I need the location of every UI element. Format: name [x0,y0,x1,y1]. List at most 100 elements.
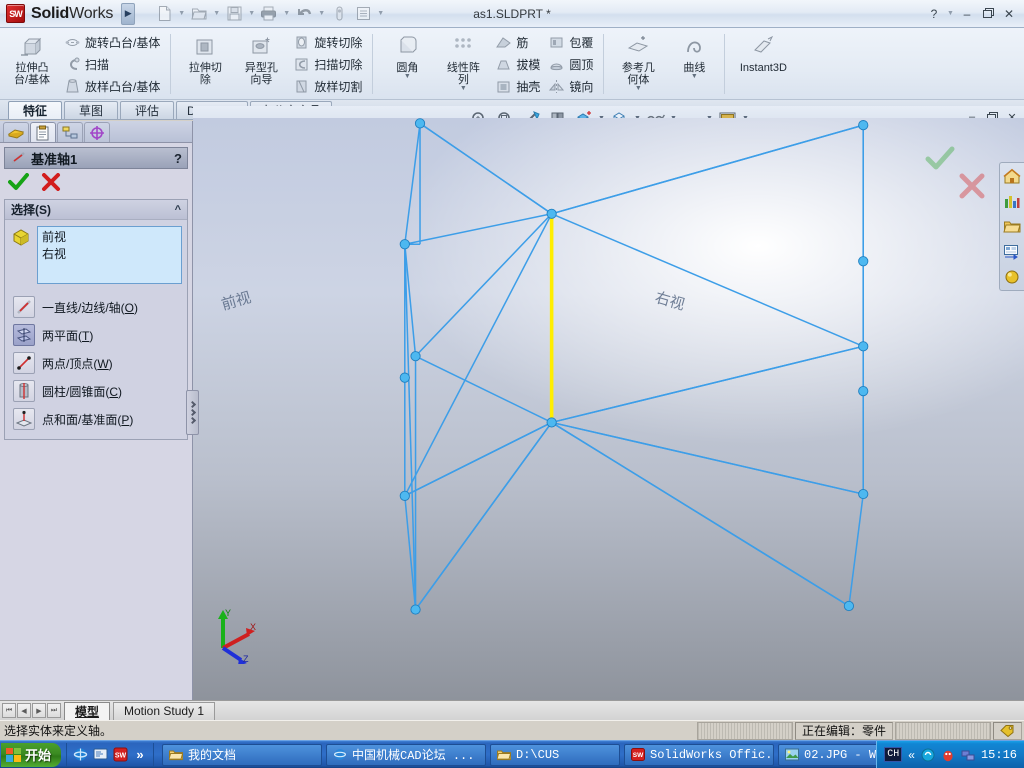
taskbar-window-label: D:\CUS [516,747,560,762]
task-pane-strip [999,162,1024,291]
swept-boss-button[interactable]: 扫描 [60,53,164,75]
wrap-button[interactable]: 包覆 [544,31,597,53]
curves-button[interactable]: 曲线 ▼ [666,30,722,98]
previous-tab-button[interactable]: ◀ [17,703,31,718]
view-palette-icon[interactable] [1002,241,1023,262]
tag-icon[interactable] [993,721,1022,740]
solidworks-icon[interactable]: SW [112,747,128,763]
reference-geometry-caret-icon[interactable]: ▼ [635,85,642,92]
instant3d-button[interactable]: Instant3D [727,30,799,98]
selected-entities-box[interactable]: 前视 右视 [37,226,182,284]
last-tab-button[interactable]: ⏭ [47,703,61,718]
taskbar-window-my-documents[interactable]: 我的文档 [162,743,323,766]
point-and-face-icon [13,408,35,430]
linear-pattern-caret-icon[interactable]: ▼ [460,85,467,92]
linear-pattern-icon [449,34,477,60]
lofted-boss-button[interactable]: 放样凸台/基体 [60,75,164,97]
confirm-cancel-button[interactable] [41,173,61,191]
tab-model[interactable]: 模型 [64,701,111,720]
file-folder-icon[interactable] [1002,216,1023,237]
reference-geometry-button[interactable]: 参考几 何体 ▼ [610,30,666,98]
shell-label: 抽壳 [516,79,541,94]
draft-button[interactable]: 拔模 [491,53,544,75]
taskbar-window-cad-forum[interactable]: 中国机械CAD论坛 ... [326,743,487,766]
tab-sketch[interactable]: 草图 [64,101,118,119]
left-panel: 基准轴1 ? 选择(S) ^ 前视 右视 一直线/边线/轴(O) 两平面(T) … [0,121,193,700]
draft-label: 拔模 [516,57,541,72]
rib-button[interactable]: 筋 [491,31,544,53]
taskbar-window-solidworks[interactable]: SW SolidWorks Offic... [624,743,775,766]
curves-caret-icon[interactable]: ▼ [691,73,698,80]
chevron-up-icon[interactable]: ^ [175,204,181,216]
option-line-edge-axis[interactable]: 一直线/边线/轴(O) [9,293,183,321]
option-two-planes[interactable]: 两平面(T) [9,321,183,349]
design-library-icon[interactable] [1002,191,1023,212]
selected-entity-item[interactable]: 前视 [42,229,177,246]
fillet-button[interactable]: 圆角 ▼ [379,30,435,98]
help-button[interactable]: ? [925,5,943,23]
swept-cut-button[interactable]: 扫描切除 [289,53,366,75]
hole-wizard-button[interactable]: 异型孔 向导 [233,30,289,98]
minimize-button[interactable]: – [958,5,976,23]
option-point-and-face[interactable]: 点和面/基准面(P) [9,405,183,433]
option-cylinder-cone[interactable]: 圆柱/圆锥面(C) [9,377,183,405]
extruded-cut-label-line2: 除 [199,74,211,86]
triad-y-label: Y [225,608,231,618]
property-manager-help-button[interactable]: ? [174,151,182,166]
confirm-ok-button[interactable] [8,173,29,191]
help-caret-icon[interactable]: ▼ [946,10,955,17]
manager-tab-strip [0,121,192,143]
property-manager-tab[interactable] [30,122,56,142]
feature-manager-tab[interactable] [3,122,29,142]
tab-motion-study[interactable]: Motion Study 1 [113,701,216,720]
more-chevron-icon[interactable]: » [132,747,148,763]
windows-taskbar: 开始 SW » 我的文档 中国机械CAD论坛 ... D:\CUS SW Sol… [0,740,1024,768]
option-two-points[interactable]: 两点/顶点(W) [9,349,183,377]
start-button[interactable]: 开始 [1,742,62,767]
graphics-viewport[interactable]: 前视 右视 Y X Z [193,118,1024,700]
confirm-corner-cancel[interactable] [958,173,986,199]
close-button[interactable]: ✕ [1000,5,1018,23]
lofted-cut-button[interactable]: 放样切割 [289,75,366,97]
linear-pattern-button[interactable]: 线性阵 列 ▼ [435,30,491,98]
title-bar: SW SolidWorks ▶ ▼ ▼ ▼ ▼ ▼ ▼ as1.SLDPRT *… [0,0,1024,28]
dome-button[interactable]: 圆顶 [544,53,597,75]
sweep-icon [64,56,81,73]
network-icon[interactable] [961,748,975,762]
show-desktop-icon[interactable] [92,747,108,763]
kaspersky-icon[interactable] [921,748,935,762]
tab-evaluate[interactable]: 评估 [120,101,174,119]
revolved-boss-button[interactable]: 旋转凸台/基体 [60,31,164,53]
selected-entity-item[interactable]: 右视 [42,246,177,263]
shell-button[interactable]: 抽壳 [491,75,544,97]
extruded-boss-button[interactable]: 拉伸凸 台/基体 [4,30,60,98]
qq-penguin-icon[interactable] [941,748,955,762]
rib-icon [495,34,512,51]
configuration-manager-tab[interactable] [57,122,83,142]
tray-expand-icon[interactable]: « [908,748,915,762]
first-tab-button[interactable]: ⏮ [2,703,16,718]
appearance-sphere-icon[interactable] [1002,266,1023,287]
extruded-cut-button[interactable]: 拉伸切 除 [177,30,233,98]
status-resize-hatch-left [696,721,793,740]
internet-explorer-icon[interactable] [72,747,88,763]
home-house-icon[interactable] [1002,166,1023,187]
revolved-cut-button[interactable]: 旋转切除 [289,31,366,53]
ribbon-group-cut: 拉伸切 除 异型孔 向导 旋转切除 扫描切除 放样切割 [173,28,370,99]
features-small-col-1: 筋 拔模 抽壳 [491,29,544,99]
tray-clock[interactable]: 15:16 [981,748,1017,762]
fillet-caret-icon[interactable]: ▼ [404,73,411,80]
next-tab-button[interactable]: ▶ [32,703,46,718]
mirror-button[interactable]: 镜向 [544,75,597,97]
extrude-boss-icon [18,34,46,60]
selection-section-title: 选择(S) [11,203,51,217]
display-manager-tab[interactable] [84,122,110,142]
confirm-corner-ok[interactable] [925,146,955,172]
ime-indicator[interactable]: CH [884,747,903,762]
restore-button[interactable] [979,5,997,23]
selection-section-header[interactable]: 选择(S) ^ [5,200,187,220]
taskbar-window-dcus[interactable]: D:\CUS [490,743,621,766]
two-points-icon [13,352,35,374]
tab-features[interactable]: 特征 [8,101,62,119]
panel-splitter-handle[interactable] [186,390,199,435]
